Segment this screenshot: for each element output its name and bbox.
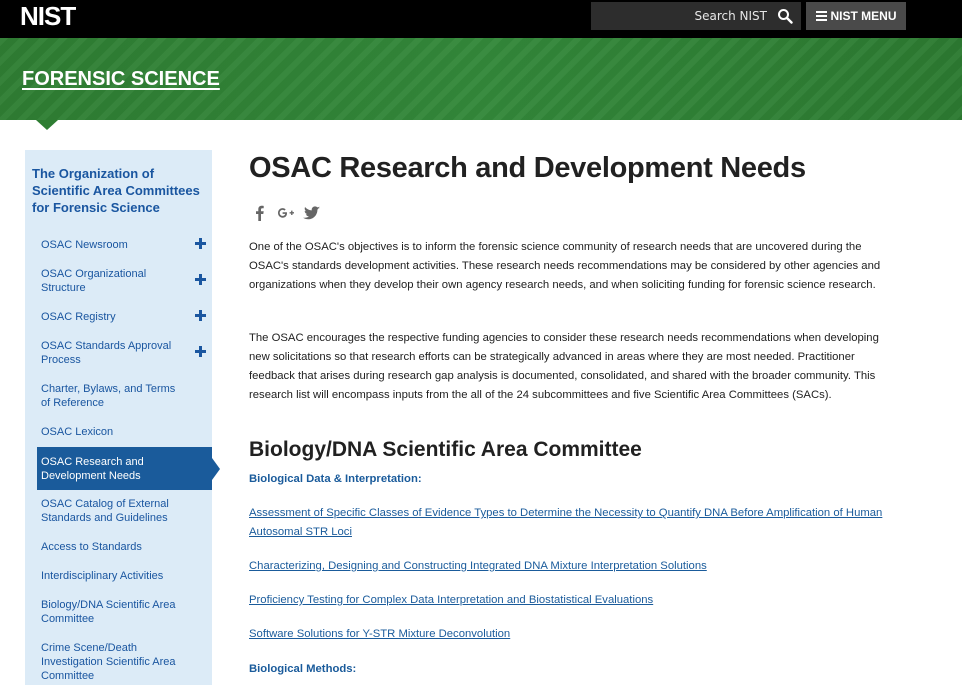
research-need-link[interactable]: Characterizing, Designing and Constructi… [249,557,889,576]
sidebar-item-osac-newsroom[interactable]: OSAC Newsroom [37,238,212,252]
search-box [591,2,801,30]
research-need-link[interactable]: Proficiency Testing for Complex Data Int… [249,591,889,610]
nist-menu-label: NIST MENU [830,9,897,23]
sidebar-item-crime-scene-sac[interactable]: Crime Scene/Death Investigation Scientif… [37,641,212,683]
hamburger-icon [815,11,827,21]
research-need-link[interactable]: Assessment of Specific Classes of Eviden… [249,504,889,542]
sidebar-item-biology-dna-sac[interactable]: Biology/DNA Scientific Area Committee [37,598,212,626]
sidebar-item-label: Charter, Bylaws, and Terms of Reference [41,383,176,409]
nist-logo[interactable]: NIST [20,3,76,29]
nist-menu-button[interactable]: NIST MENU [806,2,906,30]
subheading-biological-methods: Biological Methods: [249,663,357,675]
sidebar-item-label: OSAC Catalog of External Standards and G… [41,498,169,524]
sidebar-item-label: OSAC Newsroom [41,239,128,251]
sidebar-item-label: OSAC Standards Approval Process [41,340,172,366]
sidebar-item-label: Biology/DNA Scientific Area Committee [41,599,176,625]
sidebar-item-label: Access to Standards [41,541,142,553]
sidebar-item-label: Interdisciplinary Activities [41,570,164,582]
active-item-arrow [212,458,220,480]
funding-paragraph: The OSAC encourages the respective fundi… [249,332,879,401]
expand-plus-icon[interactable] [195,346,206,357]
subheading-biological-data-interpretation: Biological Data & Interpretation: [249,473,422,485]
sidebar-nav: The Organization of Scientific Area Comm… [25,150,212,685]
sidebar-item-label: Crime Scene/Death Investigation Scientif… [41,642,176,682]
expand-plus-icon[interactable] [195,238,206,249]
section-banner: FORENSIC SCIENCE [0,38,962,120]
forensic-science-link[interactable]: FORENSIC SCIENCE [22,68,220,91]
sidebar-item-osac-lexicon[interactable]: OSAC Lexicon [37,425,212,439]
sidebar-item-research-development-needs[interactable]: OSAC Research and Development Needs [37,447,212,490]
twitter-icon[interactable] [303,205,321,221]
research-need-link[interactable]: Software Solutions for Y-STR Mixture Dec… [249,625,889,644]
expand-plus-icon[interactable] [195,274,206,285]
page-title: OSAC Research and Development Needs [249,152,806,184]
facebook-icon[interactable] [251,205,269,221]
sidebar-item-organizational-structure[interactable]: OSAC Organizational Structure [37,267,212,295]
sidebar-item-charter-bylaws[interactable]: Charter, Bylaws, and Terms of Reference [37,382,212,410]
search-icon[interactable] [777,8,793,24]
google-plus-icon[interactable] [277,205,295,221]
sidebar-item-label: OSAC Lexicon [41,426,114,438]
sidebar-item-catalog-external-standards[interactable]: OSAC Catalog of External Standards and G… [37,497,212,525]
sidebar-item-osac-registry[interactable]: OSAC Registry [37,310,212,324]
sidebar-item-label: OSAC Research and Development Needs [41,456,144,482]
banner-notch [36,120,58,130]
sidebar-title-link[interactable]: The Organization of Scientific Area Comm… [32,165,210,216]
top-navigation-bar: NIST NIST MENU [0,0,962,38]
sidebar-item-label: OSAC Registry [41,311,116,323]
sidebar-item-access-to-standards[interactable]: Access to Standards [37,540,212,554]
expand-plus-icon[interactable] [195,310,206,321]
sidebar-item-standards-approval-process[interactable]: OSAC Standards Approval Process [37,339,212,367]
sidebar-item-interdisciplinary-activities[interactable]: Interdisciplinary Activities [37,569,212,583]
search-input[interactable] [591,2,773,30]
section-heading-biology-dna: Biology/DNA Scientific Area Committee [249,438,642,461]
intro-paragraph: One of the OSAC's objectives is to infor… [249,241,881,291]
sidebar-item-label: OSAC Organizational Structure [41,268,147,294]
